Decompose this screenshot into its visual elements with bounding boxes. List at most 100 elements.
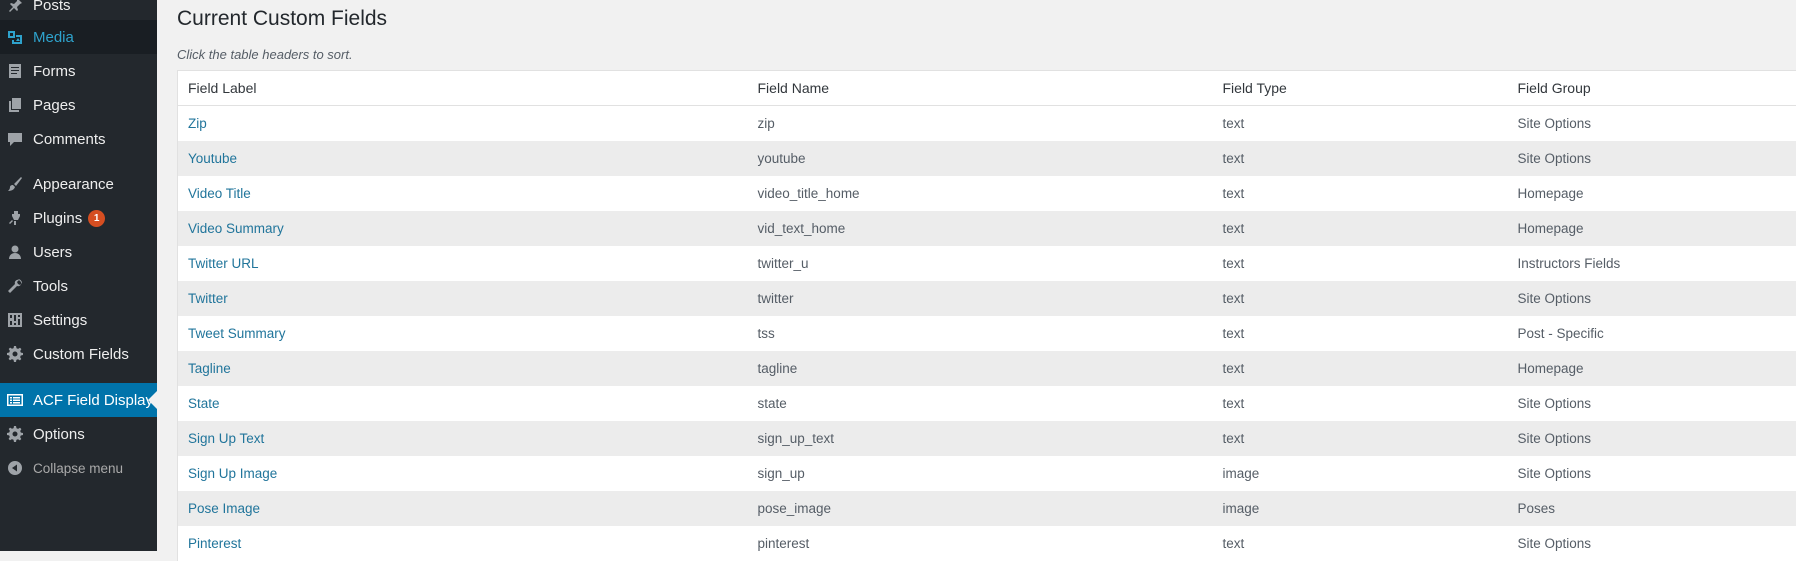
table-row: YoutubeyoutubetextSite Options [178,141,1796,176]
field-name-cell: youtube [748,141,1213,176]
field-type-cell: text [1213,316,1508,351]
field-name-cell: tagline [748,351,1213,386]
table-row: Pose Image pose_imageimagePoses [178,491,1796,526]
sidebar-item-label: Appearance [33,176,114,193]
field-label-link[interactable]: Pose Image [188,501,260,516]
sidebar-item-acf-field-display[interactable]: ACF Field Display [0,383,157,417]
sidebar-item-label: Settings [33,312,87,329]
field-name-cell: pose_image [748,491,1213,526]
field-label-cell: Pose Image [178,491,748,526]
sidebar-item-comments[interactable]: Comments [0,122,157,156]
table-body: ZipziptextSite OptionsYoutubeyoutubetext… [178,106,1796,561]
field-label-link[interactable]: Twitter URL [188,256,259,271]
table-row: PinterestpinteresttextSite Options [178,526,1796,561]
field-label-link[interactable]: Pinterest [188,536,241,551]
table-row: Twitter URLtwitter_utextInstructors Fiel… [178,246,1796,281]
field-label-cell: Youtube [178,141,748,176]
field-type-cell: text [1213,351,1508,386]
field-type-cell: text [1213,176,1508,211]
media-icon [7,29,23,45]
field-label-cell: Twitter URL [178,246,748,281]
field-name-cell: tss [748,316,1213,351]
comments-icon [7,131,23,147]
sidebar-item-label: Custom Fields [33,346,129,363]
field-type-cell: text [1213,281,1508,316]
column-header-field-group[interactable]: Field Group [1508,71,1796,106]
sidebar-item-forms[interactable]: Forms [0,54,157,88]
admin-sidebar: Posts Media Forms Pages Comments Appeara… [0,0,157,551]
sidebar-item-posts[interactable]: Posts [0,0,157,22]
field-type-cell: text [1213,526,1508,561]
pages-icon [7,97,23,113]
field-group-cell: Homepage [1508,351,1796,386]
field-label-link[interactable]: Sign Up Text [188,431,264,446]
column-header-field-type[interactable]: Field Type [1213,71,1508,106]
field-label-cell: Zip [178,106,748,141]
sidebar-item-tools[interactable]: Tools [0,269,157,303]
field-label-link[interactable]: Twitter [188,291,228,306]
sidebar-item-label: Pages [33,97,76,114]
field-group-cell: Poses [1508,491,1796,526]
table-row: ZipziptextSite Options [178,106,1796,141]
column-header-field-label[interactable]: Field Label [178,71,748,106]
sidebar-item-appearance[interactable]: Appearance [0,167,157,201]
table-row: Video Titlevideo_title_hometextHomepage [178,176,1796,211]
column-header-field-name[interactable]: Field Name [748,71,1213,106]
sort-hint: Click the table headers to sort. [177,47,353,62]
users-icon [7,244,23,260]
collapse-menu-button[interactable]: Collapse menu [0,451,157,485]
page-title: Current Custom Fields [177,7,387,31]
sidebar-item-pages[interactable]: Pages [0,88,157,122]
sidebar-item-label: Media [33,29,74,46]
field-name-cell: pinterest [748,526,1213,561]
table-row: StatestatetextSite Options [178,386,1796,421]
field-label-link[interactable]: Tweet Summary [188,326,286,341]
field-type-cell: image [1213,491,1508,526]
field-label-link[interactable]: Zip [188,116,207,131]
settings-icon [7,312,23,328]
sidebar-item-custom-fields[interactable]: Custom Fields [0,337,157,371]
field-label-cell: Video Title [178,176,748,211]
field-label-link[interactable]: Sign Up Image [188,466,277,481]
field-label-cell: Pinterest [178,526,748,561]
sidebar-item-media[interactable]: Media [0,20,157,54]
plugin-icon [7,210,23,226]
field-type-cell: text [1213,386,1508,421]
field-label-link[interactable]: Tagline [188,361,231,376]
field-label-link[interactable]: Video Title [188,186,251,201]
field-group-cell: Site Options [1508,106,1796,141]
sidebar-item-users[interactable]: Users [0,235,157,269]
sidebar-item-label: Comments [33,131,106,148]
collapse-arrow-icon [7,460,23,476]
table-row: Video Summaryvid_text_hometextHomepage [178,211,1796,246]
field-group-cell: Post - Specific [1508,316,1796,351]
field-type-cell: text [1213,211,1508,246]
field-label-link[interactable]: Youtube [188,151,237,166]
field-name-cell: twitter_u [748,246,1213,281]
sidebar-item-label: Collapse menu [33,461,123,476]
field-group-cell: Site Options [1508,421,1796,456]
table-header-row: Field Label Field Name Field Type Field … [178,71,1796,106]
sidebar-item-label: ACF Field Display [33,392,153,409]
sidebar-item-options[interactable]: Options [0,417,157,451]
field-type-cell: text [1213,141,1508,176]
table-row: Sign Up Text sign_up_texttextSite Options [178,421,1796,456]
field-type-cell: text [1213,421,1508,456]
field-name-cell: zip [748,106,1213,141]
field-label-link[interactable]: State [188,396,220,411]
sidebar-item-label: Forms [33,63,76,80]
table-row: Tagline taglinetextHomepage [178,351,1796,386]
field-name-cell: video_title_home [748,176,1213,211]
table-row: Tweet Summary tsstextPost - Specific [178,316,1796,351]
field-name-cell: sign_up_text [748,421,1213,456]
field-group-cell: Instructors Fields [1508,246,1796,281]
sidebar-item-label: Tools [33,278,68,295]
field-label-link[interactable]: Video Summary [188,221,284,236]
field-name-cell: vid_text_home [748,211,1213,246]
forms-icon [7,63,23,79]
sidebar-item-plugins[interactable]: Plugins 1 [0,201,157,235]
sidebar-item-label: Posts [33,0,71,14]
field-label-cell: Tweet Summary [178,316,748,351]
gear-icon [7,426,23,442]
sidebar-item-settings[interactable]: Settings [0,303,157,337]
